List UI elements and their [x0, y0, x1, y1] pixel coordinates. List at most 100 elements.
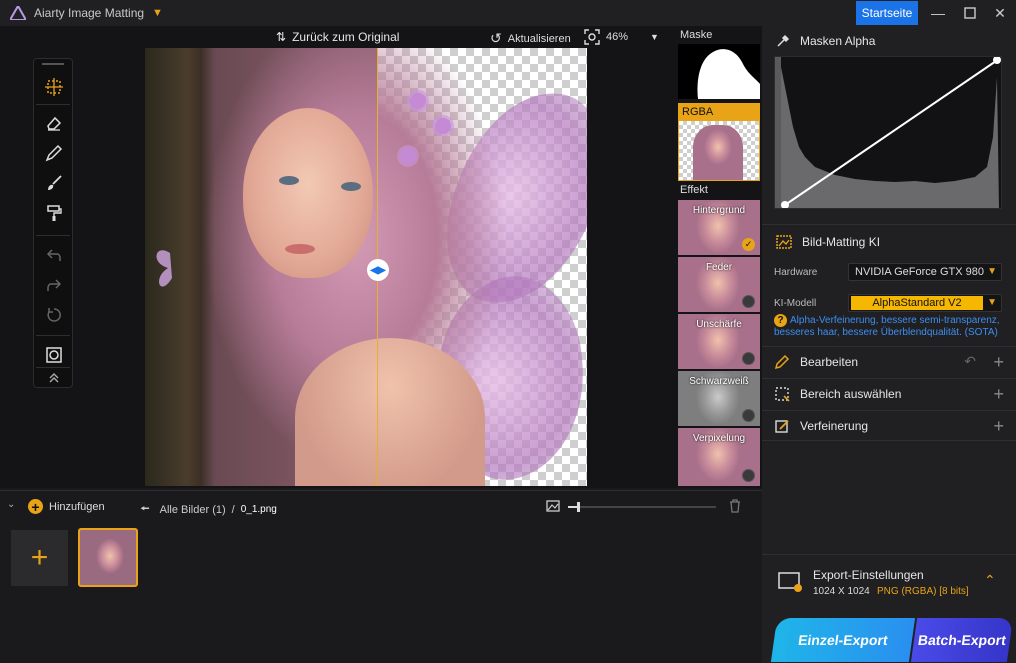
- add-images-button[interactable]: + Hinzufügen: [28, 499, 105, 515]
- reset-icon[interactable]: [38, 301, 70, 329]
- chevron-down-icon: ▼: [987, 297, 997, 308]
- image-list-bar: ⌄ + Hinzufügen 🠘 Alle Bilder (1) / 0_1.p…: [0, 490, 762, 522]
- collapse-down-icon[interactable]: ⌄: [7, 499, 15, 510]
- redo-icon[interactable]: [38, 271, 70, 299]
- brush-icon[interactable]: [38, 139, 70, 167]
- roller-icon[interactable]: [38, 199, 70, 227]
- edit-icon: [774, 354, 790, 370]
- export-settings-icon: [778, 572, 802, 592]
- masks-alpha-title: Masken Alpha: [800, 34, 876, 48]
- model-hint: ? Alpha-Verfeinerung, bessere semi-transp…: [774, 314, 1010, 339]
- paint-brush-icon[interactable]: [38, 169, 70, 197]
- add-icon[interactable]: +: [993, 352, 1004, 373]
- hair-flower: [435, 118, 451, 134]
- check-icon: ✓: [742, 238, 755, 251]
- eyedropper-icon[interactable]: [776, 34, 790, 48]
- add-icon[interactable]: +: [993, 384, 1004, 405]
- export-settings[interactable]: Export-Einstellungen 1024 X 1024 PNG (RG…: [770, 558, 1010, 606]
- section-label: Bereich auswählen: [800, 387, 902, 401]
- add-icon[interactable]: +: [993, 416, 1004, 437]
- add-image-tile[interactable]: +: [11, 530, 68, 586]
- undo-icon[interactable]: ↶: [964, 353, 976, 370]
- image-matting-icon: [776, 235, 792, 249]
- refine-icon: [775, 419, 789, 433]
- trash-icon[interactable]: [729, 499, 741, 513]
- help-icon[interactable]: ?: [774, 314, 787, 327]
- chevron-down-icon: ▼: [987, 266, 997, 277]
- add-label: Hinzufügen: [49, 500, 105, 513]
- collapse-icon[interactable]: [38, 369, 70, 387]
- workspace: ◀▶: [0, 48, 676, 488]
- thumbnail-size-icon: [546, 500, 560, 512]
- hardware-label: Hardware: [774, 267, 818, 278]
- chevron-down-icon[interactable]: ▼: [152, 7, 163, 19]
- hair-flower: [410, 93, 426, 109]
- image-canvas[interactable]: ◀▶: [145, 48, 587, 486]
- back-arrow-icon[interactable]: 🠘: [140, 500, 150, 519]
- canvas-toolbar: ⇅ Zurück zum Original ↺ Aktualisieren 46…: [0, 26, 676, 48]
- fairy-eye: [341, 182, 361, 191]
- radio-icon: [742, 295, 755, 308]
- maximize-icon[interactable]: [954, 0, 986, 26]
- effect-background[interactable]: Hintergrund ✓: [678, 200, 760, 255]
- breadcrumb-all[interactable]: Alle Bilder (1): [160, 504, 226, 516]
- zoom-icon: [584, 29, 600, 45]
- minimize-icon[interactable]: —: [922, 0, 954, 26]
- effect-label: Effekt: [680, 184, 708, 196]
- rgba-thumbnail: [679, 121, 759, 180]
- fairy-shoulder: [295, 338, 485, 486]
- masks-alpha-header: Masken Alpha: [776, 34, 875, 48]
- butterfly: [156, 250, 172, 287]
- section-select-area[interactable]: Bereich auswählen +: [762, 378, 1016, 409]
- effect-name: Verpixelung: [692, 433, 746, 444]
- zoom-control[interactable]: 46% ▼: [584, 29, 659, 45]
- title-bar: Aiarty Image Matting ▼ Startseite — ✕: [0, 0, 1016, 26]
- mask-thumbnail[interactable]: [678, 44, 760, 99]
- selection-icon: [775, 387, 790, 402]
- alpha-curve-histogram[interactable]: [774, 56, 1002, 209]
- close-icon[interactable]: ✕: [984, 0, 1016, 26]
- radio-icon: [742, 409, 755, 422]
- compare-arrows-icon: ⇅: [276, 30, 287, 44]
- select-move-icon[interactable]: [38, 73, 70, 101]
- home-button[interactable]: Startseite: [856, 1, 918, 25]
- rgba-label: RGBA: [679, 104, 759, 121]
- refresh-icon: ↺: [490, 30, 502, 46]
- image-thumbnail[interactable]: [78, 528, 138, 587]
- single-export-button[interactable]: Einzel-Export: [770, 618, 916, 662]
- refresh-label: Aktualisieren: [507, 32, 571, 45]
- preview-column: Maske RGBA Effekt Hintergrund ✓ Feder Un…: [676, 26, 762, 488]
- section-refine[interactable]: Verfeinerung +: [762, 410, 1016, 441]
- fairy-lips: [285, 244, 315, 254]
- effect-pixelate[interactable]: Verpixelung: [678, 428, 760, 486]
- matting-header: Bild-Matting KI: [776, 235, 880, 249]
- section-edit[interactable]: Bearbeiten ↶ +: [762, 346, 1016, 377]
- add-icon: +: [28, 499, 43, 515]
- model-select[interactable]: AlphaStandard V2 ▼: [848, 294, 1002, 312]
- breadcrumb: 🠘 Alle Bilder (1) / 0_1.png: [140, 500, 277, 519]
- effect-blur[interactable]: Unschärfe: [678, 314, 760, 369]
- refresh-button[interactable]: ↺ Aktualisieren: [490, 30, 571, 47]
- effect-feather[interactable]: Feder: [678, 257, 760, 312]
- effect-name: Schwarzweiß: [689, 376, 749, 387]
- breadcrumb-separator: /: [231, 503, 235, 516]
- eraser-icon[interactable]: [38, 109, 70, 137]
- app-window: Aiarty Image Matting ▼ Startseite — ✕ ⇅ …: [0, 0, 1016, 663]
- effect-name: Feder: [705, 262, 733, 273]
- plus-icon: +: [30, 541, 49, 574]
- chevron-up-icon[interactable]: ⌃: [984, 572, 996, 589]
- hardware-select[interactable]: NVIDIA GeForce GTX 980 ▼: [848, 263, 1002, 281]
- rgba-preview-frame[interactable]: RGBA: [678, 103, 760, 181]
- effect-grayscale[interactable]: Schwarzweiß: [678, 371, 760, 426]
- chevron-down-icon[interactable]: ▼: [650, 32, 659, 42]
- revert-label: Zurück zum Original: [292, 30, 400, 44]
- model-hint-text: Alpha-Verfeinerung, bessere semi-transpa…: [774, 315, 1000, 338]
- right-panel: Masken Alpha Bild-Matting KI Hardware NV…: [762, 26, 1016, 663]
- revert-to-original-button[interactable]: ⇅ Zurück zum Original: [276, 30, 399, 44]
- split-handle[interactable]: ◀▶: [367, 259, 389, 281]
- batch-export-button[interactable]: Batch-Export: [910, 618, 1014, 662]
- thumbnail-size-slider[interactable]: [568, 502, 716, 512]
- undo-icon[interactable]: [38, 241, 70, 269]
- mask-view-icon[interactable]: [38, 341, 70, 369]
- slider-handle[interactable]: [577, 502, 580, 512]
